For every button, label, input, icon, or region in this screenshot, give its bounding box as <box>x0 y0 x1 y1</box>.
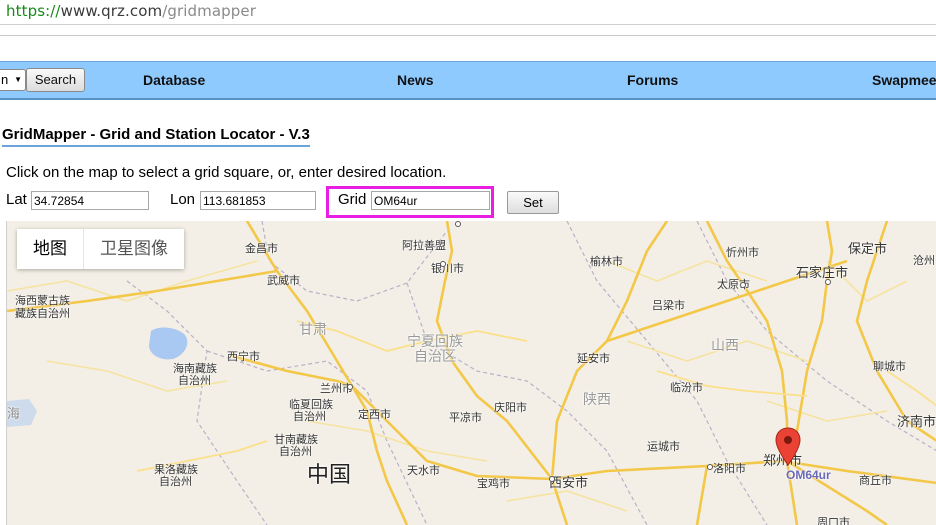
map-label-wuwei: 武威市 <box>267 274 300 287</box>
map-label-sea: 海 <box>7 407 21 422</box>
url-protocol: https:// <box>6 2 61 20</box>
map-label-shanxi: 山西 <box>711 338 739 354</box>
map-canvas[interactable]: 地图 卫星图像 金昌市 阿拉善盟 银川市 榆林市 忻州市 保定市 武威市 太原市… <box>6 221 936 525</box>
search-type-select[interactable]: n ▼ <box>0 69 26 91</box>
map-type-control: 地图 卫星图像 <box>17 229 184 269</box>
map-label-shangqiu: 商丘市 <box>859 474 892 487</box>
url-path: /gridmapper <box>162 2 257 20</box>
map-label-baoji: 宝鸡市 <box>477 477 510 490</box>
map-label-shaanxi: 陕西 <box>583 392 611 408</box>
page-title: GridMapper - Grid and Station Locator - … <box>2 126 310 147</box>
map-label-qingyang: 庆阳市 <box>494 401 527 414</box>
map-label-lvliang: 吕梁市 <box>652 299 685 312</box>
map-label-zhoukou: 周口市 <box>817 516 850 525</box>
map-label-linfen: 临汾市 <box>670 381 703 394</box>
search-type-value: n <box>1 72 9 87</box>
city-dot <box>825 279 831 285</box>
lat-label: Lat <box>6 191 27 208</box>
map-label-yuncheng: 运城市 <box>647 440 680 453</box>
map-label-xining: 西宁市 <box>227 350 260 363</box>
map-label-tianshui: 天水市 <box>407 464 440 477</box>
map-label-china: 中国 <box>307 463 352 488</box>
map-label-baoding: 保定市 <box>848 242 888 257</box>
map-label-alashan: 阿拉善盟 <box>402 239 446 252</box>
map-label-yinchuan: 银川市 <box>431 262 464 275</box>
grid-marker-label: OM64ur <box>786 468 831 482</box>
city-dot <box>740 282 746 288</box>
map-label-jinan: 济南市 <box>897 415 936 430</box>
lon-label: Lon <box>170 191 196 208</box>
nav-item-news[interactable]: News <box>397 72 434 88</box>
map-label-cangzhou: 沧州 <box>913 254 935 267</box>
url-host: www.qrz.com <box>60 2 163 20</box>
map-label-yulin: 榆林市 <box>590 255 623 268</box>
instruction-text: Click on the map to select a grid square… <box>6 164 447 181</box>
city-dot <box>707 464 713 470</box>
city-dot <box>549 476 555 482</box>
map-marker-icon[interactable] <box>775 427 801 467</box>
map-label-luoyang: 洛阳市 <box>713 462 746 475</box>
map-label-xinzhou: 忻州市 <box>726 246 759 259</box>
chevron-down-icon: ▼ <box>14 75 22 84</box>
search-button[interactable]: Search <box>26 68 85 92</box>
nav-item-forums[interactable]: Forums <box>627 72 678 88</box>
city-dot <box>347 384 353 390</box>
nav-item-swapmeet[interactable]: Swapmee <box>872 72 936 88</box>
map-label-guoluo-2: 自治州 <box>159 475 192 488</box>
nav-item-database[interactable]: Database <box>143 72 205 88</box>
map-label-ningxia-2: 自治区 <box>414 349 456 365</box>
map-label-xian: 西安市 <box>549 476 589 491</box>
tab-map[interactable]: 地图 <box>17 229 83 269</box>
lon-input[interactable]: 113.681853 <box>200 191 316 210</box>
map-label-liaocheng: 聊城市 <box>873 360 906 373</box>
map-label-hainan-2: 自治州 <box>178 374 211 387</box>
map-label-haixi-2: 藏族自治州 <box>15 307 70 320</box>
map-label-gansu: 甘肃 <box>299 322 327 338</box>
city-dot <box>455 221 461 227</box>
map-label-linxia-2: 自治州 <box>293 410 326 423</box>
site-nav-bar: n ▼ Search Database News Forums Swapmee <box>0 61 936 100</box>
grid-label: Grid <box>338 191 367 208</box>
city-dot <box>440 261 446 267</box>
map-label-jinchang: 金昌市 <box>245 242 278 255</box>
browser-url-bar[interactable]: https://www.qrz.com/gridmapper <box>0 0 936 25</box>
map-label-dingxi: 定西市 <box>358 408 391 421</box>
lat-input[interactable]: 34.72854 <box>31 191 149 210</box>
bookmarks-bar <box>0 25 936 36</box>
grid-input[interactable]: OM64ur <box>371 191 490 210</box>
tab-satellite[interactable]: 卫星图像 <box>83 229 184 269</box>
map-label-yanan: 延安市 <box>577 352 610 365</box>
map-label-shijiazhuang: 石家庄市 <box>796 266 849 281</box>
map-label-pingliang: 平凉市 <box>449 411 482 424</box>
url-text[interactable]: https://www.qrz.com/gridmapper <box>6 2 256 20</box>
set-button[interactable]: Set <box>507 191 559 214</box>
